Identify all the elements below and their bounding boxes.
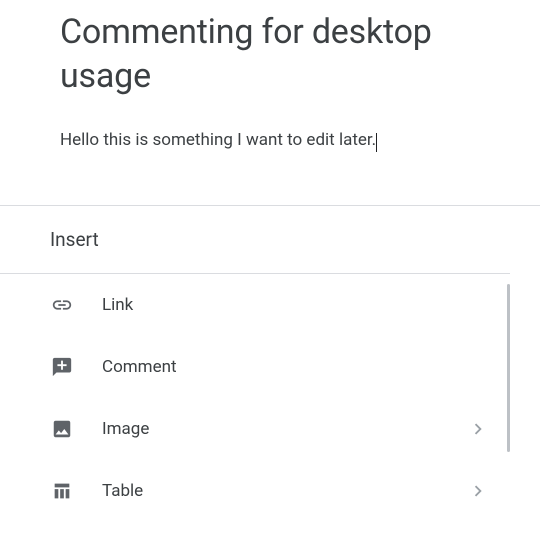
insert-panel-header: Insert xyxy=(0,206,510,274)
insert-panel: Insert Link Comment Image xyxy=(0,205,540,522)
image-icon xyxy=(50,417,74,441)
insert-link-item[interactable]: Link xyxy=(0,274,510,336)
chevron-right-icon xyxy=(466,479,490,503)
document-title[interactable]: Commenting for desktop usage xyxy=(60,10,480,98)
insert-image-item[interactable]: Image xyxy=(0,398,510,460)
insert-menu-list: Link Comment Image Table xyxy=(0,274,510,522)
comment-icon xyxy=(50,355,74,379)
document-body[interactable]: Hello this is something I want to edit l… xyxy=(60,130,480,150)
chevron-right-icon xyxy=(466,417,490,441)
document-editor-area[interactable]: Commenting for desktop usage Hello this … xyxy=(0,0,540,190)
link-icon xyxy=(50,293,74,317)
insert-table-item[interactable]: Table xyxy=(0,460,510,522)
insert-comment-item[interactable]: Comment xyxy=(0,336,510,398)
insert-table-label: Table xyxy=(102,481,466,501)
scrollbar[interactable] xyxy=(507,284,510,452)
insert-comment-label: Comment xyxy=(102,357,490,377)
text-cursor xyxy=(376,133,377,152)
insert-link-label: Link xyxy=(102,295,490,315)
table-icon xyxy=(50,479,74,503)
body-text: Hello this is something I want to edit l… xyxy=(60,130,376,150)
insert-image-label: Image xyxy=(102,419,466,439)
